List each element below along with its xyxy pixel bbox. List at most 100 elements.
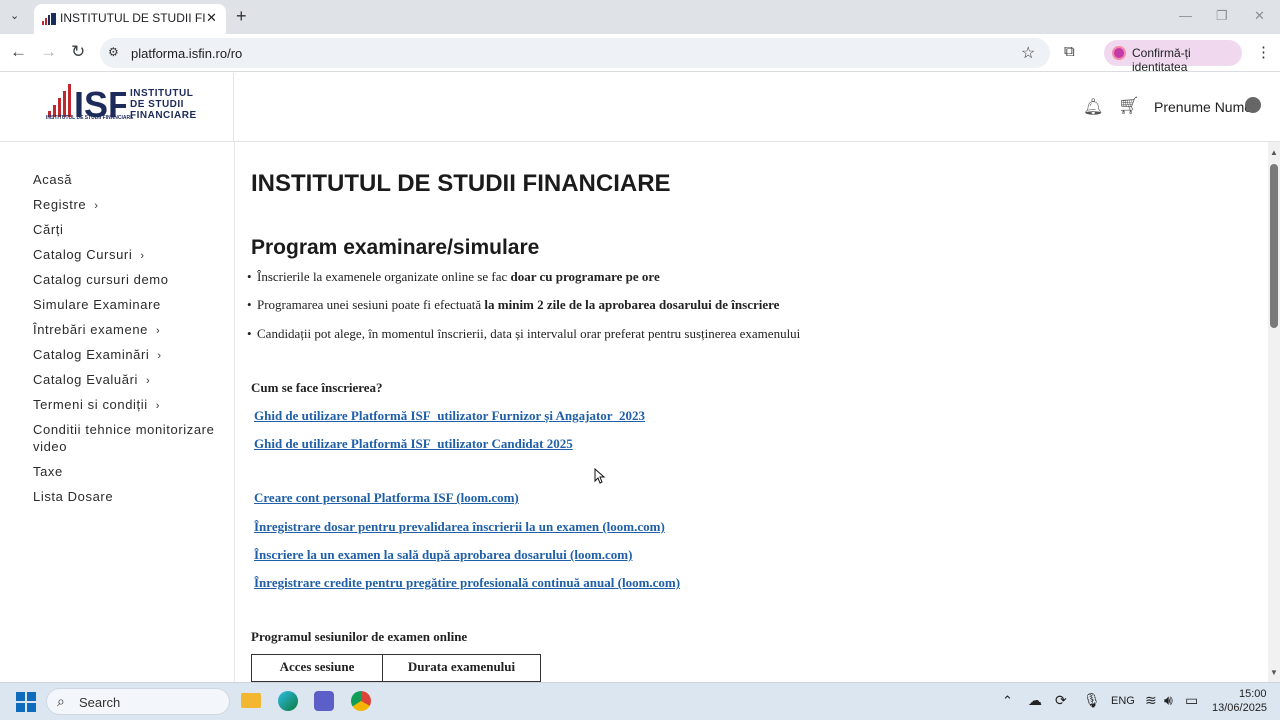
chrome-icon[interactable] [351,691,371,711]
sidebar-item-lista-dosare[interactable]: Lista Dosare [33,489,113,504]
forward-arrow-icon[interactable]: → [40,42,57,62]
sidebar-item-label: Conditii tehnice monitorizare [33,422,215,437]
bullet-text: Candidații pot alege, în momentul înscri… [257,326,801,341]
windows-start-icon[interactable] [16,692,36,712]
video-link-inregistrare-dosar[interactable]: Înregistrare dosar pentru prevalidarea î… [254,519,665,535]
browser-menu-icon[interactable]: ⋮ [1256,43,1271,61]
notification-bell-icon[interactable]: 🔔︎ [1083,97,1103,117]
video-link-inscriere-examen[interactable]: Înscriere la un examen la sală după apro… [254,547,632,563]
sidebar-item-acasa[interactable]: Acasă [33,172,72,187]
sidebar-item-conditii-tehnice[interactable]: Conditii tehnice monitorizare [33,422,214,437]
sidebar-item-simulare-examinare[interactable]: Simulare Examinare [33,297,161,312]
brand-line-3: FINANCIARE [130,110,197,121]
scroll-down-arrow-icon[interactable]: ▼ [1270,668,1278,677]
sidebar-item-label: video [33,439,68,454]
scroll-thumb[interactable] [1270,164,1278,328]
tab-search-icon[interactable]: ⌄ [10,9,19,22]
browser-tab[interactable]: INSTITUTUL DE STUDII FINANCIARE ✕ [34,4,226,34]
language-indicator[interactable]: ENG [1111,695,1135,707]
sidebar-menu: Acasă Registre › Cărți Catalog Cursuri › C… [0,142,234,682]
sidebar-item-label: Catalog Cursuri [33,247,133,262]
sidebar-item-label: Catalog cursuri demo [33,272,169,287]
table-header-durata: Durata examenului [407,659,516,674]
extensions-icon[interactable]: ⧉ [1064,43,1075,60]
restore-icon[interactable]: ❐ [1216,8,1228,24]
sidebar-item-conditii-tehnice-line2[interactable]: video [33,439,67,454]
minimize-icon[interactable]: — [1179,8,1192,23]
chevron-right-icon: › [155,325,161,337]
sidebar-item-label: Lista Dosare [33,489,114,504]
taskbar-search[interactable]: ⌕ Search [46,688,230,715]
sidebar-item-catalog-cursuri[interactable]: Catalog Cursuri › [33,247,145,262]
chevron-right-icon: › [94,200,99,212]
video-link-creare-cont[interactable]: Creare cont personal Platforma ISF (loom… [254,490,519,506]
profile-avatar-icon [1112,46,1126,60]
main-content: INSTITUTUL DE STUDII FINANCIARE Program … [234,142,1268,682]
clock-date[interactable]: 13/06/2025 [1212,702,1267,714]
chevron-right-icon: › [140,250,145,262]
site-logo[interactable]: ISF INSTITUTUL DE STUDII FINANCIARE INST… [0,73,234,142]
sidebar-item-termeni-conditii[interactable]: Termeni si condiții › [33,397,160,412]
chevron-right-icon: › [157,350,162,362]
cart-icon[interactable]: 🛒︎ [1118,96,1140,116]
sidebar-item-intrebari-examene[interactable]: Întrebări examene › [33,322,160,337]
vertical-scrollbar[interactable]: ▲ ▼ [1268,142,1280,682]
teams-icon[interactable] [314,691,334,711]
isf-favicon-icon [42,13,56,25]
reload-icon[interactable]: ↻ [71,42,85,62]
site-info-icon[interactable]: ⚙ [108,45,119,59]
chevron-right-icon: › [146,375,151,387]
logo-caption: INSTITUTUL DE STUDII FINANCIARE [46,115,134,121]
microphone-icon[interactable]: 🎙︎ [1083,692,1101,709]
bullet-text: Înscrierile la examenele organizate onli… [257,269,511,284]
browser-title-bar: ⌄ INSTITUTUL DE STUDII FINANCIARE ✕ + — … [0,0,1280,34]
new-tab-icon[interactable]: + [236,6,247,27]
sidebar-item-label: Taxe [33,464,63,479]
user-name[interactable]: Prenume Nume [1154,99,1252,115]
scroll-up-arrow-icon[interactable]: ▲ [1270,148,1278,157]
sync-icon[interactable]: ⟳ [1055,692,1067,709]
back-arrow-icon[interactable]: ← [10,42,27,62]
search-label: Search [79,695,121,710]
url-text: platforma.isfin.ro/ro [131,46,243,61]
sidebar-item-carti[interactable]: Cărți [33,222,63,237]
bullet-text: Programarea unei sesiuni poate fi efectu… [257,297,485,312]
page-title: INSTITUTUL DE STUDII FINANCIARE [251,170,671,197]
window-close-icon[interactable]: ✕ [1254,8,1265,24]
wifi-icon[interactable]: ≋ [1145,692,1157,709]
mouse-cursor-icon [594,467,606,489]
bookmark-star-icon[interactable]: ☆ [1021,43,1035,63]
brand-line-1: INSTITUTUL [130,88,194,99]
guide-link-candidat[interactable]: Ghid de utilizare Platformă ISF_utilizat… [254,436,573,452]
video-link-inregistrare-credite[interactable]: Înregistrare credite pentru pregătire pr… [254,575,680,591]
search-icon: ⌕ [57,693,65,709]
edge-icon[interactable] [278,691,298,711]
sidebar-item-label: Catalog Evaluări [33,372,138,387]
user-avatar-icon[interactable] [1245,97,1261,113]
battery-icon[interactable]: ▭ [1185,692,1198,709]
sidebar-item-catalog-examinari[interactable]: Catalog Examinări › [33,347,162,362]
browser-toolbar: ← → ↻ ⚙ platforma.isfin.ro/ro ☆ ⧉ Confir… [0,34,1280,74]
guide-link-furnizor[interactable]: Ghid de utilizare Platformă ISF_utilizat… [254,408,645,424]
section-title: Program examinare/simulare [251,236,540,259]
sidebar-item-catalog-cursuri-demo[interactable]: Catalog cursuri demo [33,272,169,287]
file-explorer-icon[interactable] [241,693,261,708]
volume-icon[interactable]: 🔊︎ [1164,692,1173,709]
sidebar-item-label: Simulare Examinare [33,297,161,312]
sidebar-item-label: Acasă [33,172,73,187]
bullet-item: Înscrierile la examenele organizate onli… [247,269,660,285]
how-to-title: Cum se face înscrierea? [251,380,383,395]
brand-line-2: DE STUDII [130,99,184,110]
sidebar-item-registre[interactable]: Registre › [33,197,98,212]
tab-close-icon[interactable]: ✕ [206,10,217,26]
sidebar-item-catalog-evaluari[interactable]: Catalog Evaluări › [33,372,150,387]
tray-chevron-icon[interactable]: ⌃ [1002,693,1013,709]
profile-button[interactable]: Confirmă-ți identitatea [1104,40,1242,74]
site-header: ISF INSTITUTUL DE STUDII FINANCIARE INST… [0,73,1280,142]
sidebar-item-taxe[interactable]: Taxe [33,464,63,479]
address-bar[interactable]: ⚙ platforma.isfin.ro/ro ☆ [100,38,1050,68]
clock-time[interactable]: 15:00 [1239,688,1267,700]
schedule-table-header: Acces sesiune Durata examenului [251,654,541,682]
sidebar-item-label: Registre [33,197,87,212]
cloud-icon[interactable]: ☁ [1028,692,1042,709]
